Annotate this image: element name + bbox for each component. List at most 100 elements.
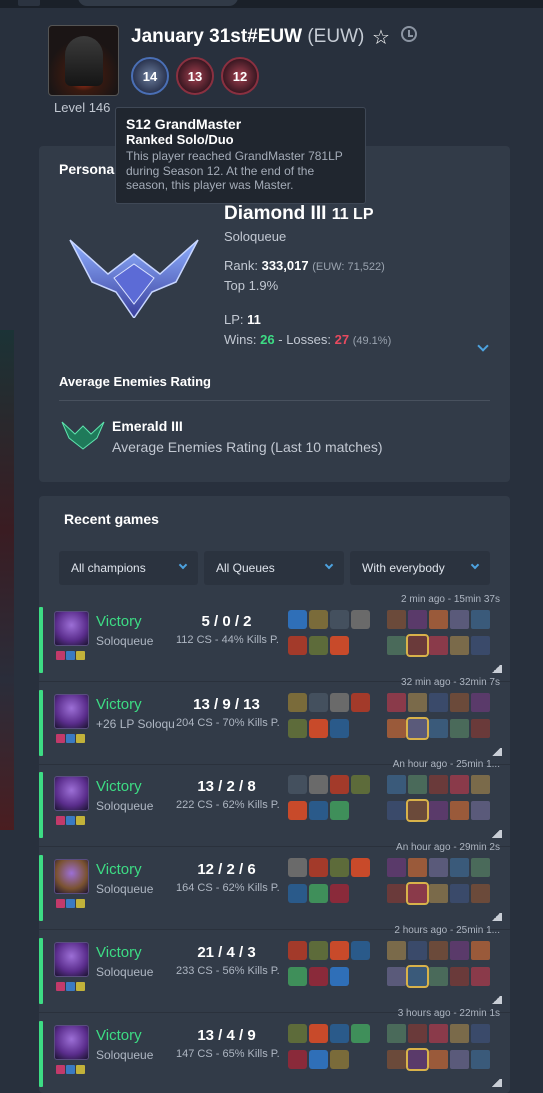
player-champion-icon[interactable] — [471, 858, 490, 878]
player-champion-icon[interactable] — [387, 801, 406, 821]
match-players — [387, 940, 505, 993]
player-champion-icon[interactable] — [387, 692, 406, 712]
player-champion-icon[interactable] — [450, 966, 469, 986]
player-champion-icon[interactable] — [471, 1049, 490, 1069]
player-champion-icon[interactable] — [387, 1023, 406, 1043]
season-14-badge[interactable]: 14 — [131, 57, 169, 95]
player-champion-icon[interactable] — [471, 636, 490, 655]
player-champion-icon[interactable] — [429, 884, 448, 904]
player-champion-icon[interactable] — [429, 636, 448, 655]
favorite-star-icon[interactable]: ☆ — [372, 25, 390, 50]
match-queue: +26 LP Soloqueue — [96, 716, 174, 731]
player-champion-icon[interactable] — [406, 716, 429, 740]
player-champion-icon[interactable] — [387, 636, 406, 655]
player-champion-icon[interactable] — [429, 1023, 448, 1043]
champion-filter[interactable]: All champions — [59, 551, 198, 585]
player-champion-icon[interactable] — [408, 858, 427, 878]
item-icon — [309, 636, 328, 655]
player-champion-icon[interactable] — [387, 966, 406, 986]
match-kda: 13 / 9 / 13 — [193, 695, 260, 713]
player-champion-icon[interactable] — [471, 775, 490, 795]
player-champion-icon[interactable] — [471, 801, 490, 821]
player-champion-icon[interactable] — [450, 1023, 469, 1043]
player-champion-icon[interactable] — [450, 940, 469, 960]
signal-icon — [490, 995, 502, 1004]
profile-avatar — [48, 25, 119, 96]
champion-icon[interactable] — [54, 859, 89, 895]
match-cs: 112 CS - 44% Kills P. — [176, 634, 279, 646]
season-13-badge[interactable]: 13 — [176, 57, 214, 95]
queue-filter[interactable]: All Queues — [204, 551, 344, 585]
player-champion-icon[interactable] — [450, 884, 469, 904]
signal-icon — [490, 1078, 502, 1087]
player-champion-icon[interactable] — [450, 858, 469, 878]
player-champion-icon[interactable] — [408, 692, 427, 712]
player-champion-icon[interactable] — [450, 718, 469, 738]
player-champion-icon[interactable] — [406, 634, 429, 657]
player-champion-icon[interactable] — [429, 718, 448, 738]
match-players — [387, 1023, 505, 1076]
player-champion-icon[interactable] — [471, 718, 490, 738]
player-champion-icon[interactable] — [429, 858, 448, 878]
history-icon[interactable] — [401, 26, 417, 42]
player-champion-icon[interactable] — [429, 801, 448, 821]
season-12-badge[interactable]: 12 — [221, 57, 259, 95]
champion-icon[interactable] — [54, 776, 89, 812]
player-champion-icon[interactable] — [471, 1023, 490, 1043]
champion-icon[interactable] — [54, 693, 89, 729]
search-bar[interactable] — [78, 0, 238, 6]
player-champion-icon[interactable] — [387, 718, 406, 738]
player-champion-icon[interactable] — [387, 884, 406, 904]
match-result: Victory — [96, 695, 142, 713]
player-champion-icon[interactable] — [429, 692, 448, 712]
player-champion-icon[interactable] — [387, 610, 406, 629]
player-champion-icon[interactable] — [471, 884, 490, 904]
player-champion-icon[interactable] — [450, 636, 469, 655]
match-row[interactable]: Victory Soloqueue 5 / 0 / 2 112 CS - 44%… — [39, 594, 510, 682]
player-champion-icon[interactable] — [406, 1047, 429, 1071]
champion-icon[interactable] — [54, 1024, 89, 1060]
player-champion-icon[interactable] — [408, 940, 427, 960]
item-icon — [330, 1023, 349, 1043]
player-champion-icon[interactable] — [408, 775, 427, 795]
champion-icon[interactable] — [54, 941, 89, 977]
player-champion-icon[interactable] — [450, 692, 469, 712]
player-champion-icon[interactable] — [429, 1049, 448, 1069]
teammate-filter[interactable]: With everybody — [350, 551, 490, 585]
win-indicator — [39, 1020, 43, 1087]
player-champion-icon[interactable] — [387, 940, 406, 960]
match-row[interactable]: Victory Soloqueue 13 / 2 / 8 222 CS - 62… — [39, 759, 510, 848]
player-champion-icon[interactable] — [471, 692, 490, 712]
match-items — [288, 858, 380, 910]
player-champion-icon[interactable] — [471, 610, 490, 629]
player-champion-icon[interactable] — [406, 882, 429, 906]
player-champion-icon[interactable] — [429, 940, 448, 960]
nav-block[interactable] — [18, 0, 40, 6]
player-champion-icon[interactable] — [406, 799, 429, 823]
player-champion-icon[interactable] — [387, 775, 406, 795]
player-champion-icon[interactable] — [429, 610, 448, 629]
match-kda: 13 / 4 / 9 — [197, 1026, 256, 1044]
match-row[interactable]: Victory +26 LP Soloqueue 13 / 9 / 13 204… — [39, 677, 510, 765]
player-champion-icon[interactable] — [408, 610, 427, 629]
champion-icon[interactable] — [54, 611, 89, 646]
player-champion-icon[interactable] — [471, 966, 490, 986]
item-icon — [309, 966, 328, 986]
player-champion-icon[interactable] — [429, 775, 448, 795]
player-champion-icon[interactable] — [429, 966, 448, 986]
player-champion-icon[interactable] — [471, 940, 490, 960]
match-row[interactable]: Victory Soloqueue 12 / 2 / 6 164 CS - 62… — [39, 842, 510, 931]
match-row[interactable]: Victory Soloqueue 13 / 4 / 9 147 CS - 65… — [39, 1008, 510, 1093]
player-champion-icon[interactable] — [406, 964, 429, 988]
match-row[interactable]: Victory Soloqueue 21 / 4 / 3 233 CS - 56… — [39, 925, 510, 1013]
player-champion-icon[interactable] — [450, 801, 469, 821]
player-champion-icon[interactable] — [408, 1023, 427, 1043]
summoner-spells — [56, 1061, 86, 1079]
player-champion-icon[interactable] — [387, 858, 406, 878]
player-champion-icon[interactable] — [450, 610, 469, 629]
player-champion-icon[interactable] — [387, 1049, 406, 1069]
player-champion-icon[interactable] — [450, 775, 469, 795]
tooltip-title: S12 GrandMaster — [126, 116, 242, 132]
item-icon — [288, 858, 307, 878]
player-champion-icon[interactable] — [450, 1049, 469, 1069]
